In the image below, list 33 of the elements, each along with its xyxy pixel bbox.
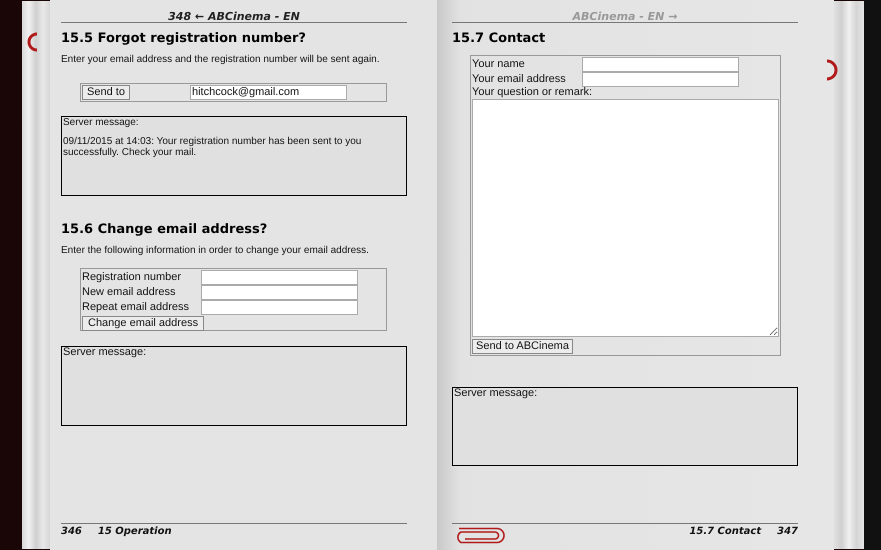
input-field[interactable] bbox=[201, 300, 358, 314]
page-header: ABCinema - EN → bbox=[452, 0, 798, 23]
field-label: Repeat email address bbox=[82, 300, 190, 314]
section-title: 15.7 Contact bbox=[689, 526, 762, 539]
change-email-button[interactable]: Change email address bbox=[82, 316, 204, 331]
send-button[interactable]: Send to bbox=[82, 85, 130, 100]
section-heading: 15.6 Change email address? bbox=[61, 222, 268, 238]
field-label: Your question or remark: bbox=[472, 86, 594, 99]
server-message-label: Server message: bbox=[454, 388, 538, 399]
input-field[interactable] bbox=[201, 270, 358, 284]
field-label: Registration number bbox=[82, 270, 182, 284]
section-heading: 15.5 Forgot registration number? bbox=[61, 31, 307, 47]
input-field[interactable] bbox=[582, 56, 739, 72]
instruction-text: Enter your email address and the registration number will be sent again. bbox=[61, 53, 381, 67]
field-label: Your name bbox=[472, 58, 526, 70]
page-header: 348 ← ABCinema - EN bbox=[61, 0, 407, 23]
input-field[interactable] bbox=[201, 284, 358, 300]
page-number: 346 bbox=[61, 526, 82, 539]
remark-field[interactable] bbox=[472, 99, 779, 337]
server-message-label: Server message: bbox=[63, 347, 148, 358]
ring-icon bbox=[26, 32, 38, 52]
input-field[interactable] bbox=[582, 72, 739, 86]
field-label: Your email address bbox=[472, 72, 567, 86]
page-number: 347 bbox=[777, 526, 798, 539]
field-label: New email address bbox=[82, 286, 177, 298]
send-button[interactable]: Send to ABCinema bbox=[472, 339, 573, 354]
instruction-text: Enter the following information in order to change your email address. bbox=[61, 244, 370, 258]
email-field[interactable]: hitchcock@gmail.com bbox=[190, 85, 347, 100]
ring-icon bbox=[826, 59, 840, 81]
chapter-title: 15 Operation bbox=[98, 526, 172, 539]
section-heading: 15.7 Contact bbox=[452, 31, 546, 47]
server-message-text: 09/11/2015 at 14:03: Your registration number has been sent to you successfully. Check your mail. bbox=[63, 136, 362, 158]
server-message-label: Server message: bbox=[63, 117, 140, 128]
